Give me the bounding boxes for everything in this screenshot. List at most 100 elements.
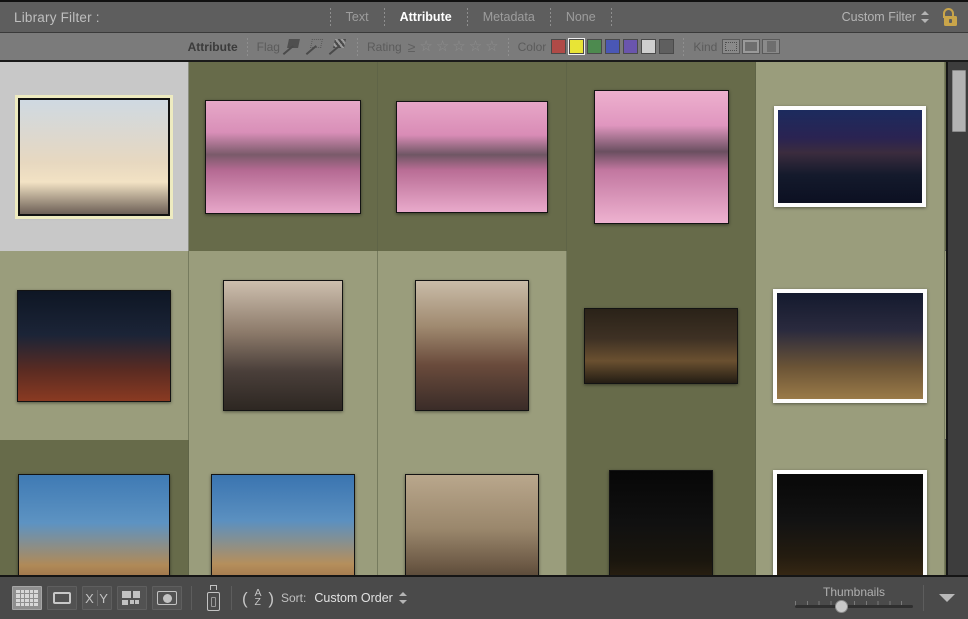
- kind-master-photo-icon[interactable]: [722, 39, 740, 54]
- spray-can-icon[interactable]: [205, 585, 222, 611]
- thumbnails-label: Thumbnails: [823, 585, 885, 599]
- updown-chevron-icon[interactable]: [921, 10, 930, 24]
- filter-tab-text[interactable]: Text: [340, 8, 375, 26]
- photo-thumbnail[interactable]: [774, 106, 926, 207]
- photo-cell-dancing-house[interactable]: [0, 62, 189, 251]
- loupe-view-button[interactable]: [47, 586, 77, 610]
- vertical-scrollbar[interactable]: [946, 62, 968, 575]
- photo-thumbnail[interactable]: [223, 280, 343, 411]
- scrollbar-thumb[interactable]: [952, 70, 966, 132]
- rating-operator[interactable]: ≥: [408, 39, 416, 55]
- grid-view-button[interactable]: [12, 586, 42, 610]
- loupe-icon: [53, 592, 71, 604]
- photo-thumbnail[interactable]: [205, 100, 361, 214]
- survey-view-button[interactable]: [117, 586, 147, 610]
- photo-thumbnail[interactable]: [415, 280, 529, 411]
- flag-filter-group: [282, 38, 348, 56]
- photo-thumbnail[interactable]: [609, 470, 713, 576]
- rating-star-4[interactable]: ☆: [469, 39, 482, 54]
- photo-cell-christmas-tree-1[interactable]: [567, 440, 756, 575]
- photo-cell-charles-bridge-pink-2[interactable]: [378, 62, 567, 251]
- photo-cell-astronomical-clock[interactable]: [378, 440, 567, 575]
- separator: [923, 585, 924, 611]
- compare-view-button[interactable]: X Y: [82, 586, 112, 610]
- color-none-swatch[interactable]: [659, 39, 674, 54]
- separator: [330, 8, 331, 26]
- separator: [231, 586, 232, 610]
- filter-tab-none[interactable]: None: [560, 8, 602, 26]
- color-purple-swatch[interactable]: [623, 39, 638, 54]
- survey-icon: [122, 591, 142, 605]
- photo-thumbnail[interactable]: [211, 474, 355, 576]
- kind-video-icon[interactable]: [762, 39, 780, 54]
- photo-thumbnail[interactable]: [18, 98, 170, 216]
- photo-thumbnail[interactable]: [584, 308, 738, 384]
- photo-thumbnail[interactable]: [594, 90, 729, 224]
- filter-tab-attribute[interactable]: Attribute: [394, 8, 458, 26]
- photo-thumbnail[interactable]: [396, 101, 548, 213]
- photo-image: [18, 291, 170, 401]
- sort-value[interactable]: Custom Order: [314, 591, 393, 605]
- library-filter-title: Library Filter :: [14, 10, 100, 25]
- color-yellow-swatch[interactable]: [569, 39, 584, 54]
- slider-knob[interactable]: [835, 600, 848, 613]
- photo-image: [224, 281, 342, 410]
- unlocked-padlock-icon[interactable]: [942, 8, 958, 26]
- flag-rejected-icon[interactable]: [328, 38, 348, 56]
- separator: [247, 38, 248, 56]
- photo-cell-lamp-tower-1[interactable]: [0, 440, 189, 575]
- photo-cell-tyn-church-market-1[interactable]: [0, 251, 189, 440]
- photo-cell-prague-night-bridge[interactable]: [756, 62, 945, 251]
- flag-flagged-icon[interactable]: [282, 38, 302, 56]
- flag-unflagged-icon[interactable]: [305, 38, 325, 56]
- photo-cell-lamp-tower-2[interactable]: [189, 440, 378, 575]
- photo-cell-old-town-street[interactable]: [189, 251, 378, 440]
- photo-cell-prague-castle-pink[interactable]: [567, 62, 756, 251]
- az-sort-letter-z: Z: [254, 598, 261, 607]
- photo-image: [406, 475, 538, 576]
- az-sort-icon[interactable]: ( A Z ): [241, 586, 275, 610]
- rating-star-5[interactable]: ☆: [485, 39, 498, 54]
- photo-cell-tyn-church-square[interactable]: [756, 251, 945, 440]
- photo-thumbnail[interactable]: [18, 474, 170, 576]
- kind-virtual-copy-icon[interactable]: [742, 39, 760, 54]
- photo-thumbnail[interactable]: [773, 470, 927, 576]
- photo-image: [778, 110, 922, 203]
- photo-grid-row: [0, 62, 946, 251]
- separator: [384, 8, 385, 26]
- rating-star-3[interactable]: ☆: [452, 39, 465, 54]
- photo-grid-row: [0, 440, 946, 575]
- photo-thumbnail[interactable]: [405, 474, 539, 576]
- kind-filter-group: [722, 39, 780, 54]
- lightroom-library-window: Library Filter : Text Attribute Metadata No…: [0, 0, 968, 619]
- photo-image: [595, 91, 728, 223]
- photo-image: [416, 281, 528, 410]
- rating-star-1[interactable]: ☆: [419, 39, 432, 54]
- filter-preset-area: Custom Filter: [842, 8, 958, 26]
- filter-tab-metadata[interactable]: Metadata: [477, 8, 541, 26]
- photo-cell-charles-bridge-pink-1[interactable]: [189, 62, 378, 251]
- custom-filter-label[interactable]: Custom Filter: [842, 10, 916, 24]
- photo-cell-market-street-crowd[interactable]: [378, 251, 567, 440]
- color-white-swatch[interactable]: [641, 39, 656, 54]
- thumbnail-grid-area[interactable]: [0, 62, 968, 575]
- updown-chevron-icon[interactable]: [399, 591, 408, 605]
- color-filter-group: [551, 39, 674, 54]
- thumbnails-slider-area: Thumbnails: [795, 585, 960, 611]
- color-blue-swatch[interactable]: [605, 39, 620, 54]
- kind-label: Kind: [693, 40, 717, 54]
- color-red-swatch[interactable]: [551, 39, 566, 54]
- sort-label: Sort:: [281, 591, 306, 605]
- photo-image: [585, 309, 737, 383]
- thumbnails-slider[interactable]: [795, 601, 913, 611]
- photo-thumbnail[interactable]: [17, 290, 171, 402]
- photo-image: [20, 100, 168, 214]
- photo-image: [610, 471, 712, 576]
- chevron-down-icon[interactable]: [934, 587, 960, 609]
- photo-thumbnail[interactable]: [773, 289, 927, 403]
- rating-star-2[interactable]: ☆: [436, 39, 449, 54]
- people-view-button[interactable]: [152, 586, 182, 610]
- photo-cell-astronomical-clock-tree[interactable]: [567, 251, 756, 440]
- color-green-swatch[interactable]: [587, 39, 602, 54]
- photo-cell-christmas-tree-2[interactable]: [756, 440, 945, 575]
